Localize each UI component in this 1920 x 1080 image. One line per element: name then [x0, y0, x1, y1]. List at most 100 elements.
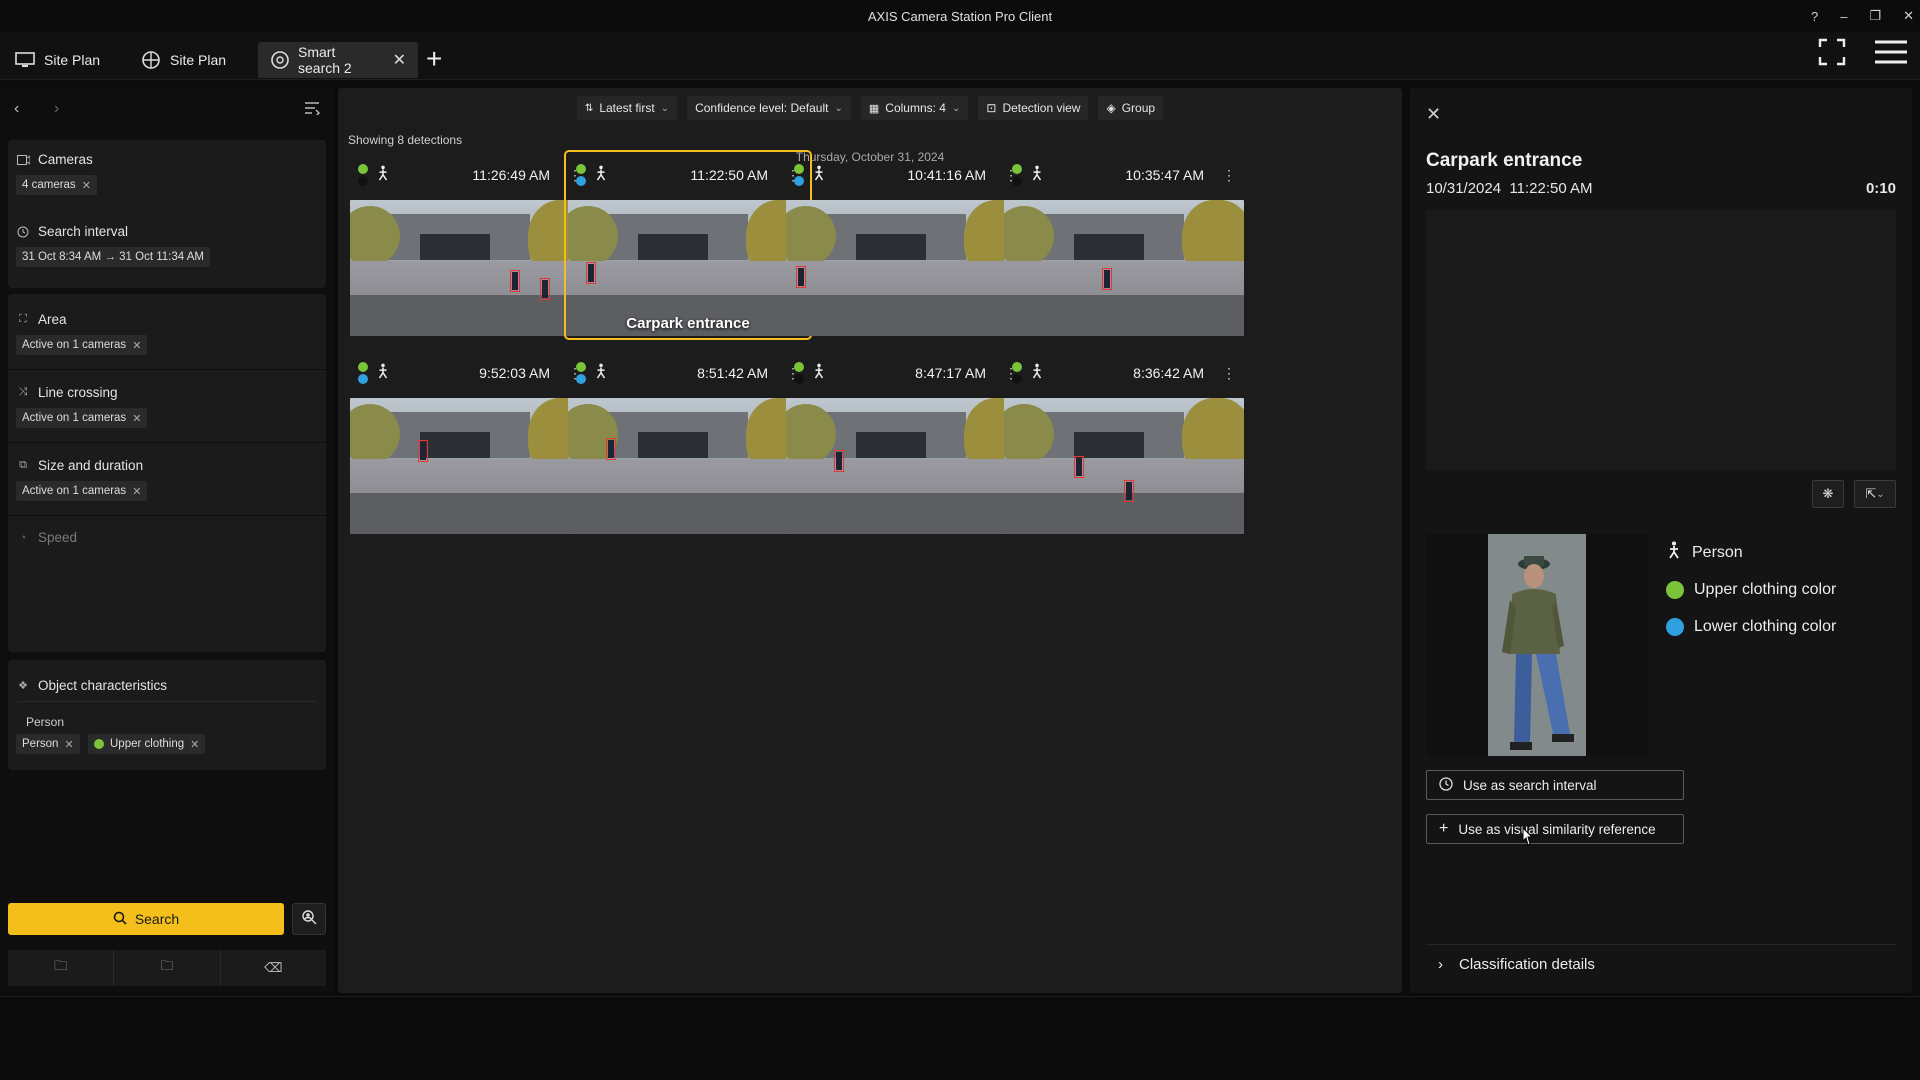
search-button[interactable]: Search [8, 903, 284, 935]
divider [8, 442, 326, 443]
upper-color-dot-icon [576, 362, 586, 372]
filter-chip[interactable]: Active on 1 cameras ✕ [16, 335, 148, 355]
remove-chip-icon[interactable]: ✕ [132, 412, 141, 425]
layers-icon: ◈ [1106, 101, 1116, 115]
color-dots [1012, 362, 1022, 384]
add-tab-button[interactable]: + [426, 44, 442, 74]
attribute-lower-clothing: Lower clothing color [1666, 608, 1836, 645]
use-as-search-interval-button[interactable]: Use as search interval [1426, 770, 1684, 800]
search-label: Search [134, 911, 180, 927]
detection-card[interactable]: 8:36:42 AM ⋮ [1002, 350, 1246, 536]
camera-icon [16, 153, 30, 167]
back-icon[interactable]: ‹ [14, 100, 54, 118]
open-folder-button[interactable]: 🗀 [8, 950, 115, 986]
detection-thumbnail[interactable] [1004, 200, 1244, 336]
close-icon[interactable]: ✕ [1426, 104, 1441, 125]
filter-chip[interactable]: 31 Oct 8:34 AM → 31 Oct 11:34 AM [16, 247, 210, 267]
tab-smart-search[interactable]: Smart search 2 ✕ [258, 42, 418, 78]
minimize-icon[interactable]: – [1840, 9, 1847, 24]
tab-bar: Site Plan Site Plan Smart search 2 ✕ + [0, 32, 1920, 80]
group-toggle[interactable]: ◈ Group [1098, 96, 1164, 120]
video-player[interactable] [1426, 210, 1896, 470]
remove-chip-icon[interactable]: ✕ [190, 738, 199, 751]
size-duration-filter[interactable]: ⧉ Size and duration [16, 458, 143, 473]
results-toolbar: ⇅ Latest first ⌄ Confidence level: Defau… [338, 96, 1402, 120]
person-figure [836, 452, 842, 470]
clear-button[interactable]: ⌫ [221, 950, 326, 986]
filter-chip[interactable]: Upper clothing ✕ [88, 734, 206, 754]
similarity-button[interactable]: ❋ [1812, 480, 1844, 508]
detection-view-icon: ⊡ [986, 101, 997, 115]
fullscreen-icon[interactable] [1818, 38, 1846, 69]
folder-icon: 🗀 [54, 958, 68, 973]
columns-dropdown[interactable]: ▦ Columns: 4 ⌄ [860, 96, 969, 120]
scene-road [786, 493, 1026, 534]
person-search-button[interactable] [292, 903, 326, 935]
detection-thumbnail[interactable] [786, 398, 1026, 534]
filter-chip[interactable]: Active on 1 cameras ✕ [16, 481, 148, 501]
detection-thumbnail[interactable] [786, 200, 1026, 336]
line-crossing-filter[interactable]: ⤨ Line crossing [16, 385, 118, 400]
detection-card[interactable]: 10:41:16 AM ⋮ [784, 152, 1028, 338]
scene-road [350, 493, 590, 534]
remove-chip-icon[interactable]: ✕ [132, 339, 141, 352]
detection-thumbnail[interactable] [350, 200, 590, 336]
menu-icon[interactable] [1874, 39, 1908, 68]
columns-label: Columns: 4 [885, 101, 946, 115]
filter-list-icon[interactable] [304, 101, 320, 118]
use-as-similarity-reference-button[interactable]: + Use as visual similarity reference [1426, 814, 1684, 844]
detection-card[interactable]: 9:52:03 AM ⋮ [348, 350, 592, 536]
more-options-icon[interactable]: ⋮ [1222, 167, 1236, 184]
classification-details-toggle[interactable]: › Classification details [1438, 956, 1595, 973]
detection-header: 8:51:42 AM ⋮ [576, 358, 800, 388]
detection-card[interactable]: 10:35:47 AM ⋮ [1002, 152, 1246, 338]
filter-chip[interactable]: 4 cameras ✕ [16, 175, 97, 195]
detection-view-toggle[interactable]: ⊡ Detection view [978, 96, 1089, 120]
attribute-person: Person [1666, 534, 1836, 571]
sort-label: Latest first [599, 101, 655, 115]
detection-card[interactable]: 11:26:49 AM ⋮ [348, 152, 592, 338]
color-dots [576, 362, 586, 384]
save-folder-button[interactable]: 🗀 [114, 950, 221, 986]
forward-icon[interactable]: › [54, 100, 94, 118]
cameras-filter[interactable]: Cameras [16, 152, 93, 167]
smart-search-icon [270, 49, 290, 71]
eraser-icon: ⌫ [264, 960, 283, 975]
person-icon [594, 165, 608, 186]
window-controls: ? – ❐ ✕ [1811, 0, 1914, 32]
tab-site-plan-1[interactable]: Site Plan [2, 42, 112, 78]
search-interval-filter[interactable]: Search interval [16, 224, 128, 239]
speed-filter[interactable]: ◔ Speed [16, 530, 77, 545]
detection-thumbnail[interactable]: Carpark entrance [568, 200, 808, 336]
object-characteristics-filter[interactable]: ❖ Object characteristics [16, 678, 167, 693]
tab-site-plan-2[interactable]: Site Plan [128, 42, 238, 78]
detection-card[interactable]: 11:22:50 AM ⋮ Carpark entrance [564, 150, 812, 340]
confidence-dropdown[interactable]: Confidence level: Default ⌄ [687, 96, 851, 120]
upper-color-dot-icon [358, 362, 368, 372]
person-figure [420, 442, 426, 460]
detail-time: 11:22:50 AM [1509, 180, 1593, 197]
detection-thumbnail[interactable] [350, 398, 590, 534]
restore-icon[interactable]: ❐ [1869, 8, 1881, 24]
detection-card[interactable]: 8:47:17 AM ⋮ [784, 350, 1028, 536]
filter-chip[interactable]: Active on 1 cameras ✕ [16, 408, 148, 428]
detection-card[interactable]: 8:51:42 AM ⋮ [566, 350, 810, 536]
more-options-icon[interactable]: ⋮ [1222, 365, 1236, 382]
sort-dropdown[interactable]: ⇅ Latest first ⌄ [576, 96, 678, 120]
export-button[interactable]: ⇱ ⌄ [1854, 480, 1896, 508]
remove-chip-icon[interactable]: ✕ [82, 179, 91, 192]
close-icon[interactable]: ✕ [393, 50, 406, 70]
tab-label: Site Plan [44, 52, 101, 68]
close-window-icon[interactable]: ✕ [1903, 8, 1914, 24]
object-icon: ❖ [18, 680, 28, 692]
help-icon[interactable]: ? [1811, 9, 1818, 24]
upper-color-dot-icon [576, 164, 586, 174]
blue-dot-icon [1666, 617, 1684, 636]
detection-thumbnail[interactable] [568, 398, 808, 534]
remove-chip-icon[interactable]: ✕ [64, 738, 73, 751]
detection-thumbnail[interactable] [1004, 398, 1244, 534]
filter-chip[interactable]: Person ✕ [16, 734, 80, 754]
area-filter[interactable]: ⛶ Area [16, 312, 66, 327]
person-search-icon [300, 909, 318, 930]
remove-chip-icon[interactable]: ✕ [132, 485, 141, 498]
